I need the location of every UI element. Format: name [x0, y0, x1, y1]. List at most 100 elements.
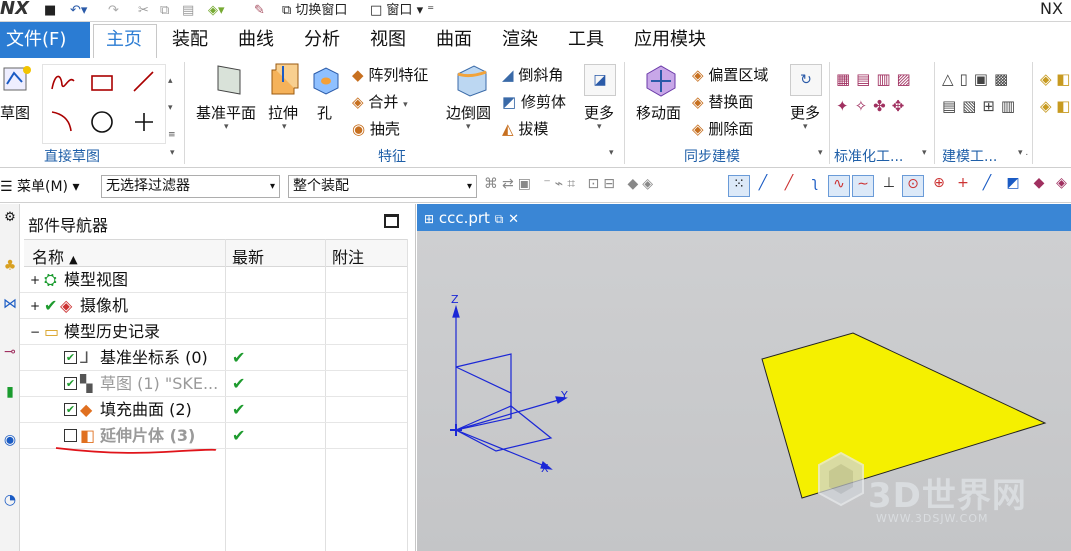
extrude-label[interactable]: 拉伸: [268, 102, 298, 123]
tree-row-fill-surface[interactable]: ✔ ◆ 填充曲面 (2) ✔: [20, 397, 407, 423]
redo-icon[interactable]: ↷: [108, 2, 119, 19]
more-sync-label[interactable]: 更多: [790, 102, 820, 123]
snap-line-icon[interactable]: ╱: [752, 175, 774, 197]
datum-plane-label[interactable]: 基准平面: [196, 102, 256, 123]
extrude-icon[interactable]: [268, 62, 302, 98]
document-tab[interactable]: ⊞ ccc.prt ⧉ ✕: [420, 205, 536, 231]
cut-icon[interactable]: ✂: [138, 2, 149, 19]
datum-plane-dropdown-icon[interactable]: ▾: [224, 122, 229, 132]
tree-row-model-history[interactable]: − ▭ 模型历史记录: [20, 319, 407, 345]
expand-icon[interactable]: +: [30, 267, 40, 293]
group-expand-icon[interactable]: ▾: [170, 148, 175, 158]
snap-point-icon[interactable]: +: [952, 175, 974, 197]
undo-icon[interactable]: ↶▾: [70, 2, 87, 19]
rectangle-icon[interactable]: [89, 73, 115, 93]
touch-mode-icon[interactable]: ✎: [254, 2, 265, 19]
line-icon[interactable]: [131, 69, 157, 95]
move-face-icon[interactable]: [643, 62, 679, 98]
tab-curve[interactable]: 曲线: [238, 22, 274, 58]
modeling-group-expand-icon[interactable]: ▾ .: [1018, 148, 1028, 158]
more-features-label[interactable]: 更多: [584, 102, 614, 123]
settings-icon[interactable]: ⚙: [0, 210, 20, 225]
more-features-icon[interactable]: ◪: [584, 64, 616, 96]
datum-csys[interactable]: [450, 304, 568, 470]
checkbox-unchecked[interactable]: [64, 429, 77, 442]
feature-group-expand-icon[interactable]: ▾: [609, 148, 614, 158]
snap-face-icon[interactable]: ◩: [1002, 175, 1024, 197]
tab-home[interactable]: 主页: [106, 22, 142, 58]
checkbox-checked[interactable]: ✔: [64, 351, 77, 364]
window-menu-button[interactable]: □ 窗口 ▾ ⁼: [370, 2, 434, 19]
snap-quadrant-icon[interactable]: ⊕: [928, 175, 950, 197]
snap-on-curve-icon[interactable]: ╱: [976, 175, 998, 197]
snap-curve-icon[interactable]: ʅ: [804, 175, 826, 197]
sync-group-expand-icon[interactable]: ▾: [818, 148, 823, 158]
hole-label[interactable]: 孔: [317, 102, 332, 123]
tab-tools[interactable]: 工具: [568, 22, 604, 58]
history-icon[interactable]: ◔: [0, 492, 20, 508]
menu-button[interactable]: ☰ 菜单(M) ▾: [0, 176, 80, 196]
checkbox-checked[interactable]: ✔: [64, 377, 77, 390]
move-face-label[interactable]: 移动面: [636, 102, 681, 123]
selection-scope-select[interactable]: 整个装配 ▾: [288, 175, 477, 198]
hole-icon[interactable]: [310, 64, 342, 96]
switch-window-button[interactable]: ⧉ 切换窗口: [282, 2, 347, 19]
snap-center-icon[interactable]: ⊙: [902, 175, 924, 197]
tab-view[interactable]: 视图: [370, 22, 406, 58]
edge-blend-label[interactable]: 边倒圆: [446, 102, 491, 123]
replace-face-button[interactable]: ◈ 替换面: [692, 91, 753, 112]
tree-row-sketch[interactable]: ✔ ▚ 草图 (1) "SKE... ✔: [20, 371, 407, 397]
tab-render[interactable]: 渲染: [502, 22, 538, 58]
tab-applications[interactable]: 应用模块: [634, 22, 706, 58]
selection-option-icons[interactable]: ⌘⇄▣ ⁻⌁⌗ ⊡⊟ ◆◈: [484, 176, 657, 192]
save-icon[interactable]: ■: [44, 2, 56, 19]
file-menu-button[interactable]: 文件(F): [0, 22, 90, 58]
snap-more-icon[interactable]: ◈: [1052, 175, 1071, 197]
offset-region-button[interactable]: ◈ 偏置区域: [692, 64, 768, 85]
checkbox-checked[interactable]: ✔: [64, 403, 77, 416]
snap-control-icon[interactable]: ∿: [828, 175, 850, 197]
extrude-dropdown-icon[interactable]: ▾: [282, 122, 287, 132]
assembly-navigator-icon[interactable]: ♣: [0, 258, 20, 274]
datum-plane-icon[interactable]: [212, 62, 248, 98]
part-navigator-icon[interactable]: ⊸: [0, 344, 20, 360]
tree-row-model-views[interactable]: + ⛭ 模型视图: [20, 267, 407, 293]
copy-icon[interactable]: ⧉: [160, 2, 169, 19]
repeat-command-icon[interactable]: ◈▾: [208, 2, 225, 19]
edge-blend-icon[interactable]: [454, 62, 488, 98]
more-features-dropdown-icon[interactable]: ▾: [597, 122, 602, 132]
collapse-icon[interactable]: −: [30, 319, 40, 345]
draft-button[interactable]: ◭ 拔模: [502, 118, 548, 139]
shell-button[interactable]: ◉ 抽壳: [352, 118, 400, 139]
selection-filter-select[interactable]: 无选择过滤器 ▾: [101, 175, 280, 198]
tab-surface[interactable]: 曲面: [436, 22, 472, 58]
edge-blend-dropdown-icon[interactable]: ▾: [466, 122, 471, 132]
tree-row-cameras[interactable]: + ✔ ◈ 摄像机: [20, 293, 407, 319]
more-sync-dropdown-icon[interactable]: ▾: [803, 122, 808, 132]
circle-icon[interactable]: [89, 109, 115, 135]
paste-icon[interactable]: ▤: [182, 2, 194, 19]
tab-assembly[interactable]: 装配: [172, 22, 208, 58]
profile-icon[interactable]: [49, 71, 77, 93]
extra-tools-icons[interactable]: ◈ ◧ ◈ ◧: [1040, 66, 1070, 120]
snap-midpoint-icon[interactable]: ╱: [778, 175, 800, 197]
sketch-icon[interactable]: [2, 64, 34, 96]
delete-face-button[interactable]: ◈ 删除面: [692, 118, 753, 139]
pattern-feature-button[interactable]: ◆ 阵列特征: [352, 64, 428, 85]
point-icon[interactable]: [131, 109, 157, 135]
column-note[interactable]: 附注: [332, 244, 364, 268]
column-latest[interactable]: 最新: [232, 244, 264, 268]
maximize-icon[interactable]: [384, 214, 399, 228]
snap-bounded-icon[interactable]: ◆: [1028, 175, 1050, 197]
expand-icon[interactable]: +: [30, 293, 40, 319]
more-sync-icon[interactable]: ↻: [790, 64, 822, 96]
standard-tools-icons[interactable]: ▦▤▥▨ ✦✧✤✥: [836, 66, 917, 120]
web-browser-icon[interactable]: ◉: [0, 432, 20, 448]
modeling-tools-icons[interactable]: △▯▣▩ ▤▧⊞▥: [942, 66, 1021, 120]
chamfer-button[interactable]: ◢ 倒斜角: [502, 64, 563, 85]
constraint-navigator-icon[interactable]: ⋈: [0, 296, 20, 312]
unite-button[interactable]: ◈ 合并 ▾: [352, 91, 408, 112]
snap-intersect-icon[interactable]: ⊥: [878, 175, 900, 197]
tab-analysis[interactable]: 分析: [304, 22, 340, 58]
sketch-label[interactable]: 草图: [0, 102, 30, 123]
